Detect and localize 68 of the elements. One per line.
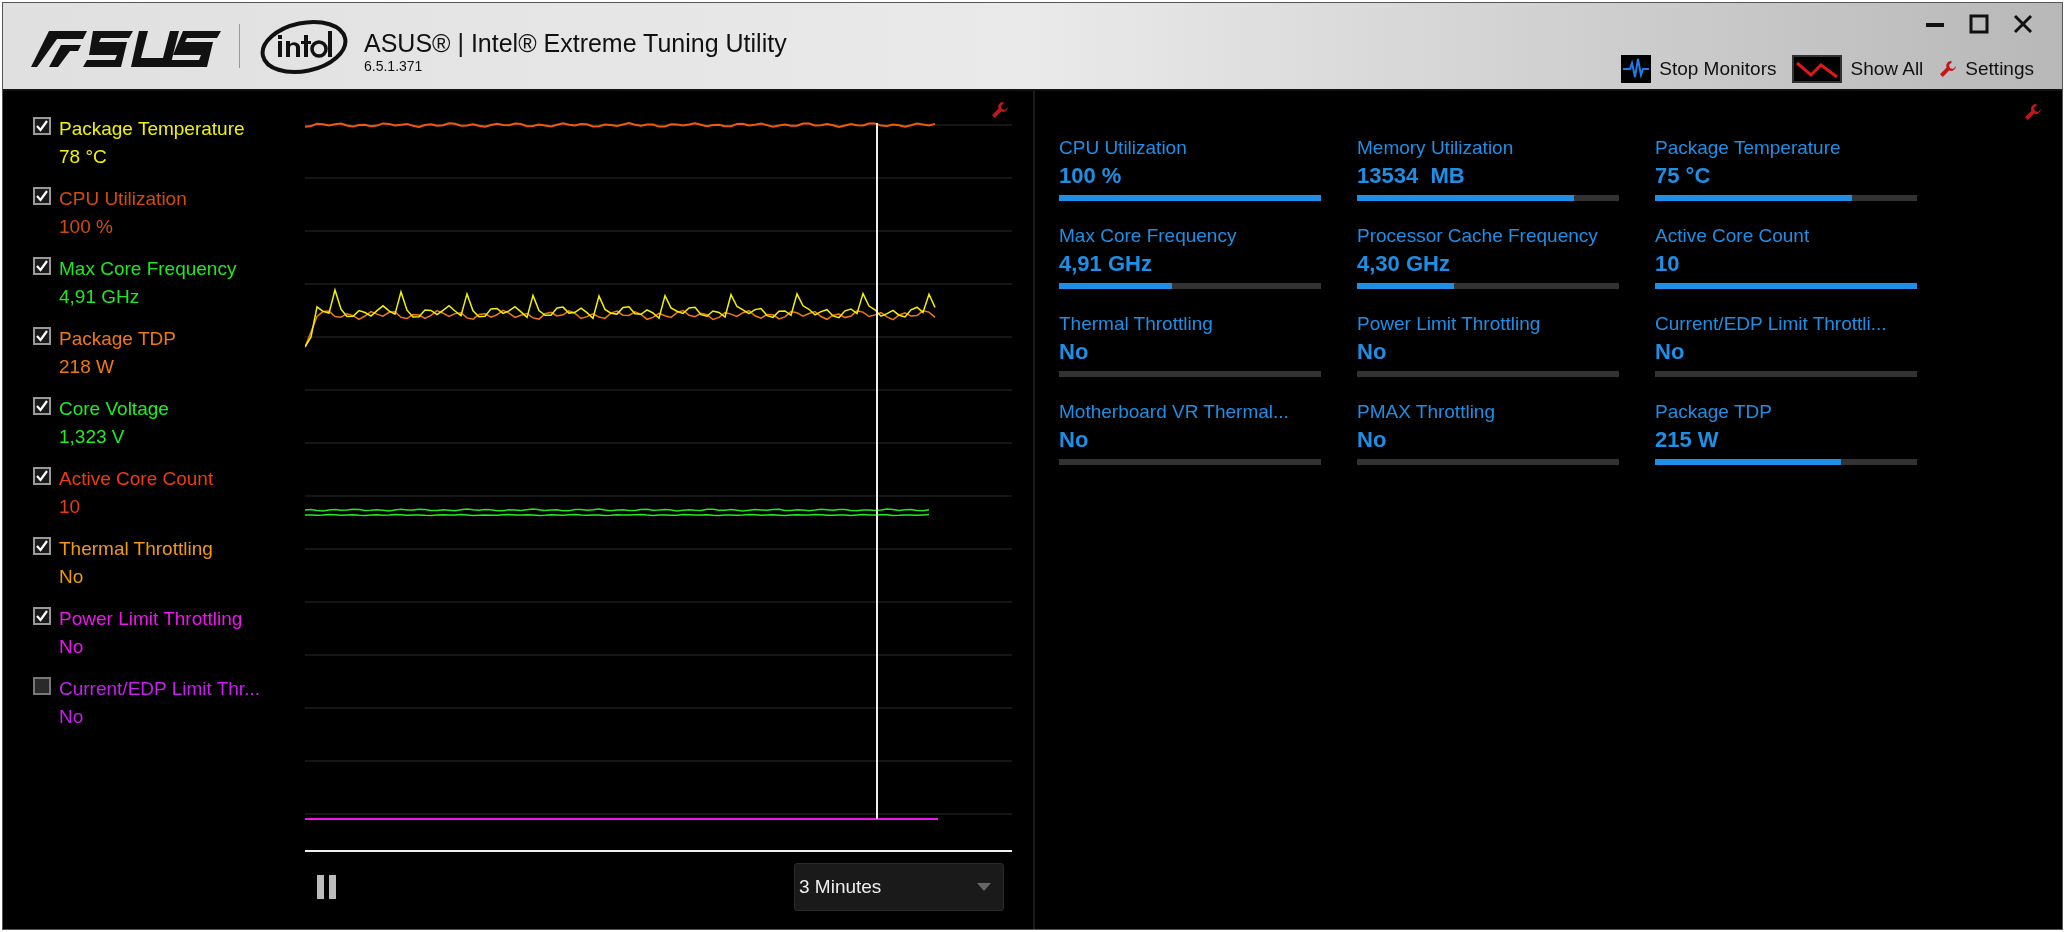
metric-label: CPU Utilization (1059, 136, 1188, 160)
legend-label: Package TDP (59, 327, 176, 351)
metric-value: No (1059, 426, 1090, 454)
metric-value: 100 % (1059, 162, 1123, 190)
metric-value: 4,30 GHz (1357, 250, 1451, 278)
metric-value: 215 W (1655, 426, 1720, 454)
metric-value: 13534 MB (1357, 162, 1466, 190)
metric-value: No (1357, 426, 1388, 454)
legend-value: 1,323 V (59, 425, 126, 449)
metric-label: Max Core Frequency (1059, 224, 1238, 248)
maximize-icon[interactable] (1968, 13, 1990, 35)
window-title: ASUS® | Intel® Extreme Tuning Utility (364, 28, 787, 58)
checkbox[interactable] (33, 187, 51, 205)
legend-label: Thermal Throttling (59, 537, 213, 561)
pause-icon[interactable] (317, 875, 337, 899)
legend-value: No (59, 635, 85, 659)
time-range-dropdown[interactable]: 3 Minutes (794, 863, 1004, 911)
version-label: 6.5.1.371 (364, 58, 424, 74)
metric-label: Active Core Count (1655, 224, 1811, 248)
metric-label: Power Limit Throttling (1357, 312, 1542, 336)
metric-value: No (1059, 338, 1090, 366)
legend-label: Active Core Count (59, 467, 214, 491)
checkbox[interactable] (33, 257, 51, 275)
metric-value: No (1655, 338, 1686, 366)
metric-value: 4,91 GHz (1059, 250, 1153, 278)
caret-icon (977, 883, 991, 891)
settings-button[interactable]: Settings (1939, 58, 2034, 80)
checkbox[interactable] (33, 117, 51, 135)
waveform-icon (1621, 55, 1652, 83)
logo-icon (31, 29, 221, 69)
legend-value: 4,91 GHz (59, 285, 141, 309)
metric-value: 10 (1655, 250, 1681, 278)
metric-label: Memory Utilization (1357, 136, 1515, 160)
legend-value: 218 W (59, 355, 115, 379)
legend-value: No (59, 565, 85, 589)
metric-value: 75 °C (1655, 162, 1712, 190)
checkbox[interactable] (33, 397, 51, 415)
line-graph-icon (1792, 55, 1843, 83)
wrench-icon[interactable] (2024, 103, 2042, 121)
metric-label: Package Temperature (1655, 136, 1842, 160)
checkbox[interactable] (33, 467, 51, 485)
metric-label: Package TDP (1655, 400, 1773, 424)
legend-value: 10 (59, 495, 82, 519)
legend-label: Power Limit Throttling (59, 607, 243, 631)
checkbox[interactable] (33, 537, 51, 555)
legend-label: Current/EDP Limit Thr... (59, 677, 260, 701)
metric-label: PMAX Throttling (1357, 400, 1496, 424)
wrench-icon[interactable] (991, 101, 1009, 119)
checkbox[interactable] (33, 327, 51, 345)
legend-value: 100 % (59, 215, 114, 239)
metric-label: Processor Cache Frequency (1357, 224, 1599, 248)
metric-value: No (1357, 338, 1388, 366)
legend-label: CPU Utilization (59, 187, 187, 211)
logo-icon (258, 17, 350, 75)
wrench-icon (1939, 60, 1958, 78)
legend-label: Max Core Frequency (59, 257, 237, 281)
legend-label: Core Voltage (59, 397, 169, 421)
checkbox[interactable] (33, 677, 51, 695)
metric-label: Current/EDP Limit Throttli... (1655, 312, 1888, 336)
legend-value: 78 °C (59, 145, 108, 169)
legend-value: No (59, 705, 85, 729)
checkbox[interactable] (33, 607, 51, 625)
metric-label: Thermal Throttling (1059, 312, 1214, 336)
metric-label: Motherboard VR Thermal... (1059, 400, 1290, 424)
legend-label: Package Temperature (59, 117, 245, 141)
stop-monitors-button[interactable]: Stop Monitors (1621, 55, 1777, 83)
close-icon[interactable] (2012, 13, 2034, 35)
show-all-button[interactable]: Show All (1792, 55, 1924, 83)
